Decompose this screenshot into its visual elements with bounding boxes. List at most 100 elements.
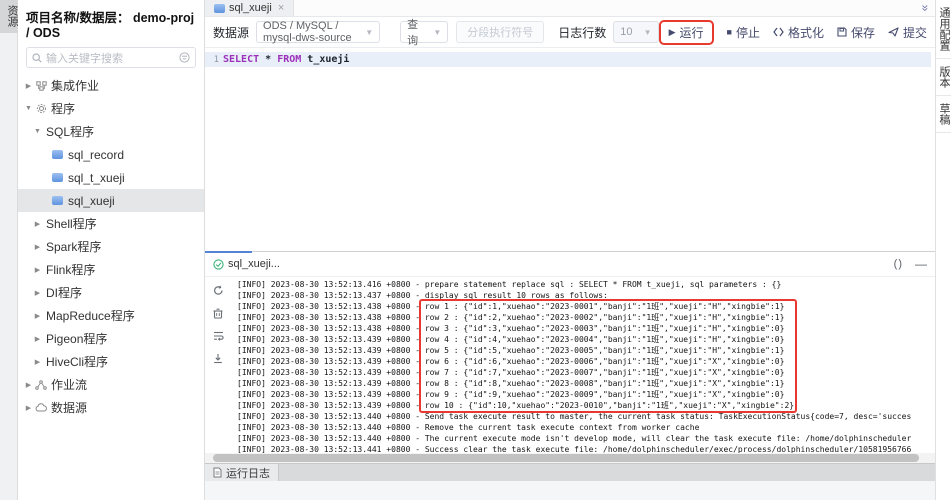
chevron-down-icon: ▼ [433,28,441,37]
segment-symbol-button[interactable]: 分段执行符号 [456,21,544,43]
save-button[interactable]: 保存 [837,24,875,41]
tree-item-label: DI程序 [46,284,82,301]
tab-sql-xueji[interactable]: sql_xueji × [205,0,294,16]
tree-item-集成作业[interactable]: ▶ 集成作业 [18,74,204,97]
tree-item-Flink程序[interactable]: ▶Flink程序 [18,258,204,281]
chevron-right-icon[interactable]: ▶ [23,82,34,90]
tree-item-label: Shell程序 [46,215,97,232]
chevron-right-icon[interactable]: ▶ [32,312,43,320]
tree-item-Shell程序[interactable]: ▶Shell程序 [18,212,204,235]
tab-run-log[interactable]: 运行日志 [205,464,279,481]
code-token: SELECT [223,54,259,65]
log-tab-sql-xueji[interactable]: sql_xueji... [213,258,280,270]
tree-item-label: 作业流 [51,376,87,393]
minimize-icon[interactable]: — [915,258,927,270]
code-line: SELECT * FROM t_xueji [223,54,349,65]
log-rows-select[interactable]: 10 ▼ [613,21,658,43]
scrollbar-thumb[interactable] [213,454,919,462]
chevron-right-icon[interactable]: ▶ [32,335,43,343]
log-line: [INFO] 2023-08-30 13:52:13.439 +0800 - r… [237,400,935,411]
chevron-right-icon[interactable]: ▶ [23,404,34,412]
chevron-down-icon[interactable]: ▼ [32,128,43,135]
tree-item-程序[interactable]: ▼程序 [18,97,204,120]
workflow-icon [34,380,48,390]
right-rail-tab-草稿[interactable]: 草稿 [936,96,951,133]
log-line: [INFO] 2023-08-30 13:52:13.440 +0800 - T… [237,433,935,444]
log-line: [INFO] 2023-08-30 13:52:13.439 +0800 - r… [237,334,935,345]
log-output[interactable]: [INFO] 2023-08-30 13:52:13.416 +0800 - p… [231,277,935,453]
code-token: * [259,54,277,65]
datasource-label: 数据源 [213,24,249,41]
log-line: [INFO] 2023-08-30 13:52:13.439 +0800 - r… [237,345,935,356]
submit-icon [888,27,899,37]
log-rows-label: 日志行数 [558,24,606,41]
tree-item-作业流[interactable]: ▶ 作业流 [18,373,204,396]
format-button[interactable]: 格式化 [773,24,824,41]
chevron-down-icon[interactable]: ▼ [23,105,34,112]
chevron-right-icon[interactable]: ▶ [32,289,43,297]
query-mode-select[interactable]: 查询 ▼ [400,21,448,43]
tree-item-sql_record[interactable]: sql_record [18,143,204,166]
project-title: 项目名称/数据层： demo-proj / ODS [18,0,204,44]
tree-item-sql_t_xueji[interactable]: sql_t_xueji [18,166,204,189]
log-panel-header: sql_xueji... () — [205,252,935,277]
horizontal-scrollbar[interactable] [205,453,935,463]
tree-item-数据源[interactable]: ▶数据源 [18,396,204,419]
chevron-right-icon[interactable]: ▶ [32,266,43,274]
tree-item-sql_xueji[interactable]: sql_xueji [18,189,204,212]
tree-item-label: sql_xueji [68,194,115,208]
code-editor[interactable]: 1 SELECT * FROM t_xueji [205,48,935,251]
tree-item-label: sql_t_xueji [68,171,125,185]
chevron-down-icon: ▼ [365,28,373,37]
parentheses-icon[interactable]: () [894,258,903,270]
download-icon[interactable] [213,353,223,364]
log-line: [INFO] 2023-08-30 13:52:13.438 +0800 - r… [237,323,935,334]
filter-icon[interactable] [179,52,190,63]
tree-item-SQL程序[interactable]: ▼SQL程序 [18,120,204,143]
trash-icon[interactable] [213,308,223,319]
right-rail-tab-通用配置[interactable]: 通用配置 [936,0,951,59]
tree-item-label: 集成作业 [51,77,99,94]
chevron-right-icon[interactable]: ▶ [32,243,43,251]
wrap-text-icon[interactable] [213,331,224,341]
editor-active-line: 1 SELECT * FROM t_xueji [205,52,931,67]
search-icon [32,53,42,63]
log-panel: sql_xueji... () — [INFO] 2023-08-30 13:5… [205,251,935,453]
log-line: [INFO] 2023-08-30 13:52:13.441 +0800 - S… [237,444,935,453]
sql-icon [52,173,63,182]
panel-header-actions: () — [894,258,927,270]
close-tab-icon[interactable]: × [278,2,284,14]
toolbar-actions: ▶ 运行 ■ 停止 格式化 保存 提交 [659,20,927,45]
tree-item-HiveCli程序[interactable]: ▶HiveCli程序 [18,350,204,373]
rail-tab-resources[interactable]: 资源 [0,0,18,33]
format-icon [773,27,784,37]
tree-item-DI程序[interactable]: ▶DI程序 [18,281,204,304]
sql-icon [52,150,63,159]
sidebar-tree: ▶ 集成作业 ▼程序▼SQL程序 sql_record sql_t_xueji sql_x… [18,74,204,419]
sql-file-icon [214,4,225,13]
tree-item-Spark程序[interactable]: ▶Spark程序 [18,235,204,258]
tree-item-label: sql_record [68,148,124,162]
chevron-right-icon[interactable]: ▶ [23,381,34,389]
stop-button[interactable]: ■ 停止 [727,24,760,41]
right-rail-tab-版本[interactable]: 版本 [936,59,951,96]
tree-item-MapReduce程序[interactable]: ▶MapReduce程序 [18,304,204,327]
log-line: [INFO] 2023-08-30 13:52:13.438 +0800 - r… [237,312,935,323]
main-area: sql_xueji × » 数据源 ODS / MySQL / mysql-dw… [205,0,935,500]
submit-button[interactable]: 提交 [888,24,927,41]
left-rail: 资源 [0,0,18,500]
search-input[interactable]: 输入关键字搜索 [26,47,196,68]
code-token: FROM [277,54,301,65]
bottom-tab-strip: 运行日志 [205,463,935,481]
log-line: [INFO] 2023-08-30 13:52:13.439 +0800 - r… [237,356,935,367]
chevron-right-icon[interactable]: ▶ [32,220,43,228]
datasource-select[interactable]: ODS / MySQL / mysql-dws-source ▼ [256,21,380,43]
run-button[interactable]: ▶ 运行 [669,24,704,41]
chevron-right-icon[interactable]: ▶ [32,358,43,366]
active-panel-indicator [205,251,252,253]
tree-item-Pigeon程序[interactable]: ▶Pigeon程序 [18,327,204,350]
tab-label: sql_xueji [229,2,272,14]
refresh-icon[interactable] [213,285,224,296]
editor-tabbar: sql_xueji × » [205,0,935,17]
collapse-chevron-icon[interactable]: » [919,5,933,12]
